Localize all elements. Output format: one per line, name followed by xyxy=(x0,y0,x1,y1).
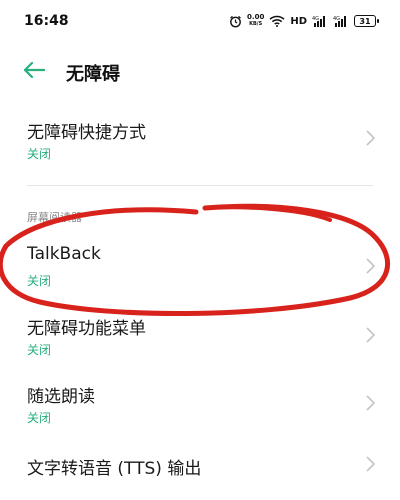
hd-label: HD xyxy=(290,15,307,27)
network-speed-unit: KB/S xyxy=(249,21,263,27)
list-item-title: TalkBack xyxy=(27,244,101,264)
alarm-icon xyxy=(229,15,242,28)
chevron-right-icon xyxy=(366,327,376,343)
list-item-status: 关闭 xyxy=(27,274,52,288)
list-item-title: 无障碍快捷方式 xyxy=(27,123,146,143)
list-item-accessibility-shortcut[interactable]: 无障碍快捷方式 关闭 xyxy=(0,110,400,170)
list-item-title: 文字转语音 (TTS) 输出 xyxy=(27,459,202,479)
status-icons: 0.00 KB/S HD 4G 4G 31 xyxy=(229,12,379,30)
list-item-accessibility-menu[interactable]: 无障碍功能菜单 关闭 xyxy=(0,306,400,366)
list-item-select-to-speak[interactable]: 随选朗读 关闭 xyxy=(0,376,400,436)
chevron-right-icon xyxy=(366,258,376,274)
divider xyxy=(27,185,373,186)
list-item-status: 关闭 xyxy=(27,411,52,425)
signal-icon-sim2: 4G xyxy=(333,15,349,27)
chevron-right-icon xyxy=(366,456,376,472)
section-label-screen-reader: 屏幕阅读器 xyxy=(27,211,82,224)
arrow-left-icon xyxy=(23,61,46,82)
list-item-status: 关闭 xyxy=(27,343,52,357)
list-item-status: 关闭 xyxy=(27,147,52,161)
list-item-title: 随选朗读 xyxy=(27,387,95,407)
status-time: 16:48 xyxy=(24,13,69,29)
list-item-tts-output[interactable]: 文字转语音 (TTS) 输出 xyxy=(0,446,400,486)
list-item-talkback[interactable]: TalkBack 关闭 xyxy=(0,236,400,296)
network-speed-value: 0.00 xyxy=(247,13,265,21)
list-item-title: 无障碍功能菜单 xyxy=(27,319,146,339)
page-title: 无障碍 xyxy=(66,64,120,85)
battery-indicator: 31 xyxy=(354,15,379,27)
chevron-right-icon xyxy=(366,395,376,411)
back-button[interactable] xyxy=(20,58,48,86)
wifi-icon xyxy=(269,15,285,27)
chevron-right-icon xyxy=(366,130,376,146)
app-header: 无障碍 xyxy=(0,50,400,94)
signal-icon-sim1: 4G xyxy=(312,15,328,27)
status-bar: 16:48 0.00 KB/S HD 4G 4G 31 xyxy=(0,0,400,44)
network-speed: 0.00 KB/S xyxy=(247,14,264,28)
